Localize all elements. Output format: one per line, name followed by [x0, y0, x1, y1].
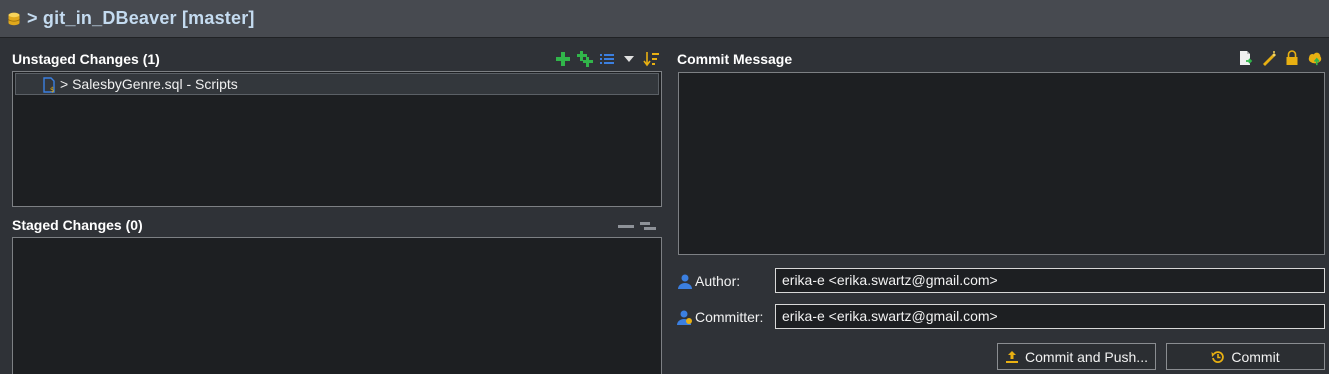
staged-changes-header: Staged Changes (0): [12, 217, 143, 233]
upload-icon: [1006, 350, 1019, 363]
sign-commit-icon[interactable]: [1284, 50, 1300, 66]
svg-text:$: $: [50, 86, 54, 93]
amend-icon[interactable]: [1261, 50, 1277, 66]
committer-field[interactable]: erika-e <erika.swartz@gmail.com>: [775, 304, 1325, 329]
author-label: Author:: [677, 270, 740, 292]
commit-label: Commit: [1231, 348, 1280, 365]
list-item[interactable]: $ > SalesbyGenre.sql - Scripts: [15, 73, 659, 95]
unstaged-changes-list[interactable]: $ > SalesbyGenre.sql - Scripts: [12, 71, 662, 207]
collapse-all-icon[interactable]: [618, 218, 634, 234]
commit-and-push-label: Commit and Push...: [1025, 348, 1148, 365]
committer-label-text: Committer:: [695, 309, 764, 325]
author-icon: [678, 274, 692, 289]
author-label-text: Author:: [695, 273, 741, 289]
commit-message-toolbar: [1238, 50, 1323, 66]
add-to-index-icon[interactable]: [555, 51, 571, 67]
commit-button[interactable]: Commit: [1166, 343, 1325, 370]
view-menu-icon[interactable]: [621, 51, 637, 67]
commit-message-input[interactable]: [678, 72, 1325, 255]
add-all-to-index-icon[interactable]: [577, 51, 593, 67]
unstaged-toolbar: [555, 51, 659, 67]
sql-script-file-icon: $: [43, 77, 55, 93]
committer-icon: [677, 310, 692, 325]
repository-title: > git_in_DBeaver [master]: [27, 8, 255, 28]
staged-changes-list[interactable]: [12, 237, 662, 374]
file-label: > SalesbyGenre.sql - Scripts: [60, 76, 238, 92]
staged-toolbar: [618, 218, 656, 234]
committer-label: Committer:: [677, 306, 763, 328]
list-view-icon[interactable]: [599, 51, 615, 67]
title-bar: > git_in_DBeaver [master]: [0, 0, 1329, 38]
author-field[interactable]: erika-e <erika.swartz@gmail.com>: [775, 268, 1325, 293]
commit-message-header: Commit Message: [677, 51, 793, 67]
sort-icon[interactable]: [643, 51, 659, 67]
push-icon[interactable]: [1307, 50, 1323, 66]
unstaged-changes-header: Unstaged Changes (1): [12, 51, 160, 67]
add-signed-off-by-icon[interactable]: [1238, 50, 1254, 66]
database-icon: [8, 12, 20, 25]
commit-and-push-button[interactable]: Commit and Push...: [997, 343, 1156, 370]
commit-icon: [1211, 350, 1225, 363]
presentation-icon[interactable]: [640, 218, 656, 234]
